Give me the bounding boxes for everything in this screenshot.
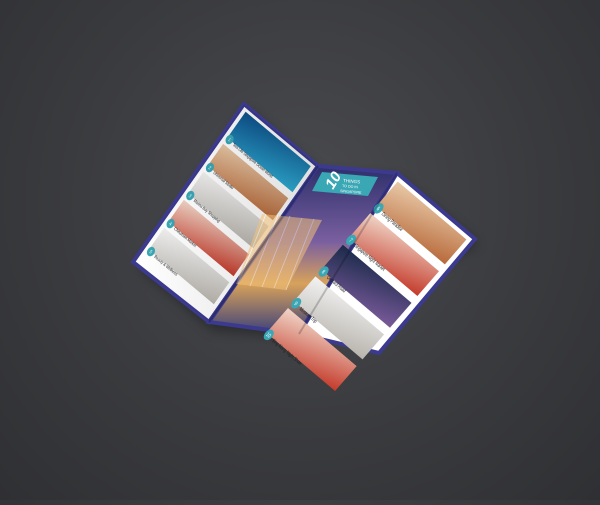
brochure-mockup: 1 Sea Life Singapore Ocean World 2 Unive… — [130, 101, 478, 391]
scene: 1 Sea Life Singapore Ocean World 2 Unive… — [0, 0, 600, 500]
